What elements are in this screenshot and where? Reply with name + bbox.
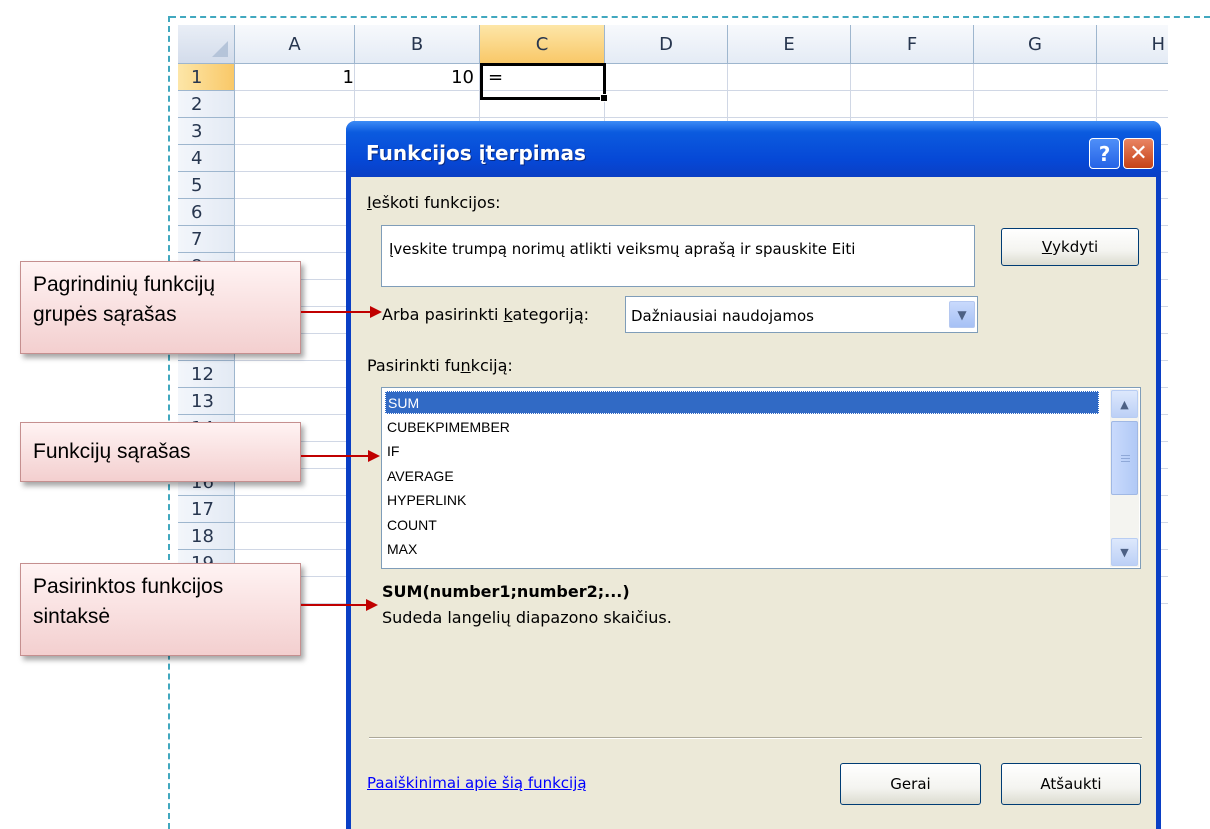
function-list-item[interactable]: CUBEKPIMEMBER bbox=[385, 416, 1099, 439]
select-all-triangle-icon bbox=[212, 41, 228, 57]
row-header[interactable]: 12 bbox=[178, 361, 235, 388]
function-list-item[interactable]: IF bbox=[385, 440, 1099, 463]
scroll-down-icon[interactable]: ▼ bbox=[1111, 538, 1138, 566]
search-function-input[interactable]: Įveskite trumpą norimų atlikti veiksmų a… bbox=[381, 225, 975, 287]
dialog-title: Funkcijos įterpimas bbox=[366, 141, 586, 165]
callout-text: Pasirinktos funkcijos bbox=[33, 575, 224, 598]
function-help-link[interactable]: Paaiškinimai apie šią funkciją bbox=[367, 774, 587, 792]
column-header-c[interactable]: C bbox=[480, 25, 605, 64]
grid-line bbox=[235, 90, 1168, 91]
go-button[interactable]: Vykdyti bbox=[1001, 228, 1139, 266]
column-header-e[interactable]: E bbox=[728, 25, 851, 64]
arrow-right-icon bbox=[366, 599, 378, 611]
row-header[interactable]: 18 bbox=[178, 523, 235, 550]
callout-arrow-line bbox=[301, 455, 369, 457]
callout-text: Pagrindinių funkcijų bbox=[33, 273, 216, 296]
callout-function-list: Funkcijų sąrašas bbox=[20, 422, 301, 482]
function-syntax: SUM(number1;number2;...) bbox=[382, 582, 630, 601]
column-header-g[interactable]: G bbox=[974, 25, 1097, 64]
row-header[interactable]: 7 bbox=[178, 226, 235, 253]
row-header[interactable]: 4 bbox=[178, 145, 235, 172]
callout-text: grupės sąrašas bbox=[33, 303, 177, 326]
category-select[interactable]: Dažniausiai naudojamos ▼ bbox=[625, 296, 978, 333]
fill-handle[interactable] bbox=[600, 94, 608, 102]
divider bbox=[369, 737, 1142, 739]
list-scrollbar[interactable]: ▲ ▼ bbox=[1110, 389, 1139, 567]
function-list-item[interactable]: AVERAGE bbox=[385, 465, 1099, 488]
row-header[interactable]: 1 bbox=[178, 64, 235, 91]
select-all-corner[interactable] bbox=[178, 25, 235, 64]
function-listbox[interactable]: SUM CUBEKPIMEMBER IF AVERAGE HYPERLINK COUNT M… bbox=[381, 387, 1141, 569]
help-button[interactable]: ? bbox=[1089, 138, 1120, 169]
function-list-label: Pasirinkti funkciją: bbox=[367, 356, 513, 375]
callout-arrow-line bbox=[301, 311, 371, 313]
category-label: Arba pasirinkti kategoriją: bbox=[382, 305, 590, 324]
arrow-right-icon bbox=[368, 450, 380, 462]
function-list-item[interactable]: COUNT bbox=[385, 514, 1099, 537]
cell-c1-value: = bbox=[488, 67, 504, 88]
cell-b1[interactable]: 10 bbox=[355, 65, 476, 90]
row-header[interactable]: 13 bbox=[178, 388, 235, 415]
question-icon: ? bbox=[1098, 141, 1111, 166]
column-header-b[interactable]: B bbox=[355, 25, 480, 64]
dialog-title-bar[interactable]: Funkcijos įterpimas ? ✕ bbox=[346, 121, 1161, 177]
row-header[interactable]: 17 bbox=[178, 496, 235, 523]
callout-category-list: Pagrindinių funkcijų grupės sąrašas bbox=[20, 261, 301, 354]
cell-a1[interactable]: 1 bbox=[236, 65, 354, 90]
cell-c1-active[interactable]: = bbox=[480, 63, 608, 102]
insert-function-dialog: Funkcijos įterpimas ? ✕ Ieškoti funkcijo… bbox=[346, 121, 1161, 829]
close-icon: ✕ bbox=[1129, 141, 1148, 166]
dialog-body: Ieškoti funkcijos: Įveskite trumpą norim… bbox=[351, 177, 1156, 829]
cancel-button[interactable]: Atšaukti bbox=[1001, 763, 1141, 805]
scroll-up-icon[interactable]: ▲ bbox=[1111, 390, 1138, 418]
grid-line bbox=[235, 117, 1168, 118]
callout-syntax: Pasirinktos funkcijos sintaksė bbox=[20, 563, 301, 656]
function-list-item[interactable]: MAX bbox=[385, 538, 1099, 561]
grip-line bbox=[1121, 455, 1130, 456]
callout-text: sintaksė bbox=[33, 605, 111, 628]
grip-line bbox=[1121, 461, 1130, 462]
chevron-down-icon[interactable]: ▼ bbox=[949, 301, 975, 328]
column-header-a[interactable]: A bbox=[235, 25, 355, 64]
callout-text: Funkcijų sąrašas bbox=[33, 440, 191, 463]
row-header[interactable]: 6 bbox=[178, 199, 235, 226]
close-button[interactable]: ✕ bbox=[1123, 138, 1154, 169]
column-header-h[interactable]: H bbox=[1097, 25, 1168, 64]
category-value: Dažniausiai naudojamos bbox=[631, 307, 814, 325]
row-header[interactable]: 3 bbox=[178, 118, 235, 145]
function-list-item[interactable]: HYPERLINK bbox=[385, 489, 1099, 512]
function-description: Sudeda langelių diapazono skaičius. bbox=[382, 608, 672, 627]
function-list-item[interactable]: SUM bbox=[385, 391, 1099, 414]
search-label: Ieškoti funkcijos: bbox=[367, 193, 501, 212]
grip-line bbox=[1121, 458, 1130, 459]
column-header-f[interactable]: F bbox=[851, 25, 974, 64]
scroll-thumb[interactable] bbox=[1111, 421, 1138, 495]
row-header[interactable]: 5 bbox=[178, 172, 235, 199]
callout-arrow-line bbox=[301, 604, 367, 606]
dashed-frame-top bbox=[170, 16, 1210, 18]
arrow-right-icon bbox=[370, 306, 382, 318]
ok-button[interactable]: Gerai bbox=[840, 763, 981, 805]
row-header[interactable]: 2 bbox=[178, 91, 235, 118]
column-header-d[interactable]: D bbox=[605, 25, 728, 64]
